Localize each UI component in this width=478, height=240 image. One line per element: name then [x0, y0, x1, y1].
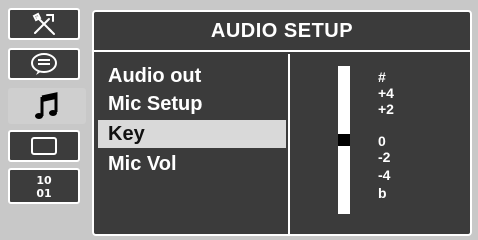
sidebar-tab-subtitle[interactable]	[8, 48, 80, 80]
menu-item-key[interactable]: Key	[98, 120, 286, 148]
audio-setup-panel: AUDIO SETUP Audio out Mic Setup Key Mic …	[92, 10, 472, 236]
key-level-bar[interactable]	[338, 66, 350, 214]
tools-icon	[32, 12, 55, 35]
key-level-marker	[338, 134, 350, 146]
level-label-sharp: #	[378, 69, 386, 85]
sidebar-tab-digital[interactable]: 10 01	[8, 168, 80, 204]
level-tick	[340, 176, 350, 178]
level-label-flat: b	[378, 185, 387, 201]
menu-item-mic-setup[interactable]: Mic Setup	[98, 90, 286, 118]
svg-text:10: 10	[36, 174, 52, 187]
level-label-zero: 0	[378, 133, 386, 149]
level-label-plus-2: +2	[378, 101, 394, 117]
level-tick	[340, 116, 350, 118]
screen-icon	[31, 137, 57, 155]
svg-text:01: 01	[36, 187, 51, 200]
menu-item-audio-out[interactable]: Audio out	[98, 62, 286, 90]
level-tick	[340, 156, 350, 158]
sidebar-tab-audio[interactable]	[8, 88, 86, 124]
sidebar-tab-settings[interactable]	[8, 8, 80, 40]
panel-title: AUDIO SETUP	[94, 12, 470, 52]
numbers-icon: 10 01	[36, 174, 52, 200]
level-label-minus-2: -2	[378, 149, 391, 165]
sidebar-tab-display[interactable]	[8, 130, 80, 162]
music-note-icon	[35, 92, 58, 119]
speech-bubble-icon	[31, 53, 57, 75]
level-label-plus-4: +4	[378, 85, 394, 101]
level-tick	[340, 96, 350, 98]
menu-item-mic-vol[interactable]: Mic Vol	[98, 150, 286, 178]
level-label-minus-4: -4	[378, 167, 391, 183]
audio-menu: Audio out Mic Setup Key Mic Vol	[94, 54, 290, 234]
key-level-area: # +4 +2 0 -2 -4 b	[292, 54, 470, 234]
